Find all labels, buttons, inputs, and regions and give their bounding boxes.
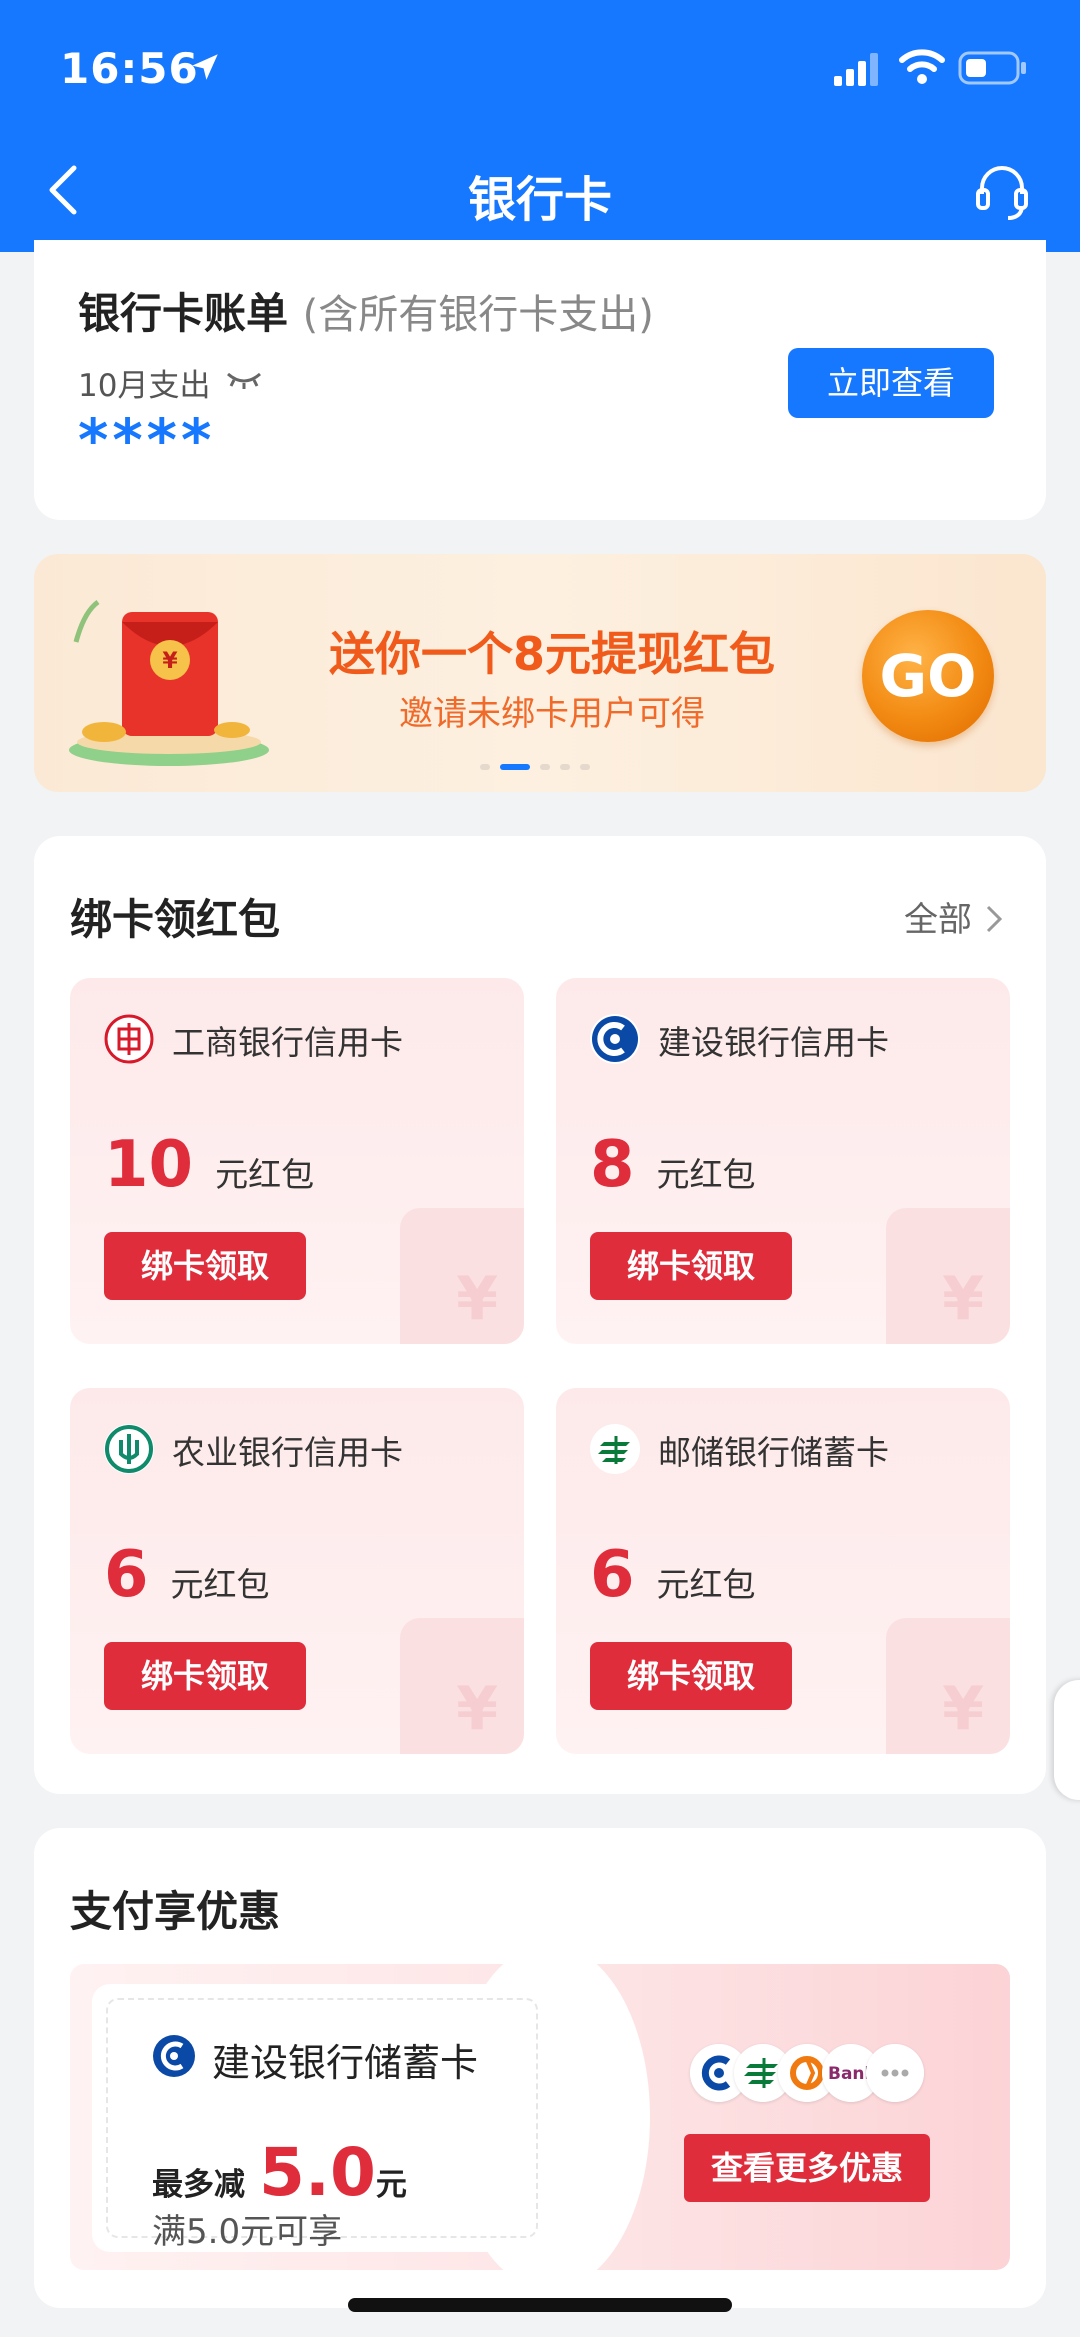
reward-amount: 6 元红包	[104, 1538, 270, 1612]
reward-amount-number: 6	[590, 1538, 635, 1612]
discount-coupon[interactable]: 建设银行储蓄卡 最多减 5.0元 满5.0元可享	[92, 1984, 552, 2252]
view-all-label: 全部	[904, 900, 972, 940]
section-title: 支付享优惠	[70, 1887, 281, 1936]
bill-title: 银行卡账单 (含所有银行卡支出)	[78, 280, 654, 341]
coupon-max-label: 最多减	[152, 2167, 245, 2203]
bank-reward-tile[interactable]: ¥ 邮储银行储蓄卡 6 元红包 绑卡领取	[556, 1388, 1010, 1754]
coupon-amount: 5.0	[259, 2134, 376, 2211]
bind-card-rewards-section: 绑卡领红包 全部 ¥ 工商银行信用卡 10 元红包 绑卡领取 ¥ 建设银行信用卡 …	[34, 836, 1046, 1794]
coupon-max-discount: 最多减 5.0元	[152, 2134, 407, 2211]
bank-name: 工商银行信用卡	[172, 1023, 403, 1062]
reward-unit: 元红包	[215, 1155, 315, 1194]
chevron-right-icon	[986, 905, 1003, 933]
psbc-logo-icon	[590, 1424, 640, 1474]
carousel-dot-active	[500, 763, 530, 770]
view-more-discounts-button[interactable]: 查看更多优惠	[684, 2134, 930, 2202]
reward-amount-number: 10	[104, 1128, 194, 1202]
bank-name: 建设银行信用卡	[658, 1023, 889, 1062]
ccb-logo-icon	[153, 2035, 195, 2077]
discount-banner[interactable]: 建设银行储蓄卡 最多减 5.0元 满5.0元可享 Bank 查看更多优惠	[70, 1964, 1010, 2270]
bank-name: 农业银行信用卡	[172, 1433, 403, 1472]
bank-reward-tile[interactable]: ¥ 建设银行信用卡 8 元红包 绑卡领取	[556, 978, 1010, 1344]
carousel-dot	[480, 763, 490, 770]
reward-amount-number: 6	[104, 1538, 149, 1612]
reward-unit: 元红包	[656, 1565, 756, 1604]
banner-go-button[interactable]: GO	[862, 610, 994, 742]
reward-amount: 6 元红包	[590, 1538, 756, 1612]
battery-icon	[958, 51, 1026, 85]
bill-title-text: 银行卡账单	[78, 289, 289, 338]
view-bill-button[interactable]: 立即查看	[788, 348, 994, 418]
bind-card-button[interactable]: 绑卡领取	[104, 1642, 306, 1710]
carousel-dot	[580, 763, 590, 770]
ccb-logo-icon	[590, 1014, 640, 1064]
customer-service-headset-icon[interactable]	[970, 160, 1034, 224]
banner-title: 送你一个8元提现红包	[328, 627, 775, 681]
reward-amount: 8 元红包	[590, 1128, 756, 1202]
bind-card-button[interactable]: 绑卡领取	[104, 1232, 306, 1300]
bank-card-bill-panel: 银行卡账单 (含所有银行卡支出) 10月支出 **** 立即查看	[34, 240, 1046, 520]
coupon-condition: 满5.0元可享	[152, 2212, 343, 2252]
yuan-symbol-decoration: ¥	[942, 1674, 984, 1744]
more-dots-icon	[866, 2044, 924, 2102]
yuan-symbol-decoration: ¥	[456, 1674, 498, 1744]
bank-reward-tile[interactable]: ¥ 工商银行信用卡 10 元红包 绑卡领取	[70, 978, 524, 1344]
signal-icon	[834, 53, 878, 86]
bank-reward-tile[interactable]: ¥ 农业银行信用卡 6 元红包 绑卡领取	[70, 1388, 524, 1754]
carousel-dots	[480, 756, 600, 770]
eye-closed-icon[interactable]	[224, 368, 264, 392]
section-title: 绑卡领红包	[70, 895, 281, 944]
red-packet-illustration-icon: ¥	[69, 599, 269, 766]
svg-text:¥: ¥	[162, 649, 178, 674]
yuan-symbol-decoration: ¥	[942, 1264, 984, 1334]
bill-month-label: 10月支出	[78, 368, 211, 404]
status-time: 16:56	[60, 44, 199, 93]
yuan-symbol-decoration: ¥	[456, 1264, 498, 1334]
reward-unit: 元红包	[656, 1155, 756, 1194]
icbc-logo-icon	[104, 1014, 154, 1064]
reward-amount-number: 8	[590, 1128, 635, 1202]
coupon-yuan: 元	[375, 2167, 407, 2203]
bind-card-button[interactable]: 绑卡领取	[590, 1232, 792, 1300]
reward-amount: 10 元红包	[104, 1128, 314, 1202]
coupon-bank-name: 建设银行储蓄卡	[212, 2041, 479, 2085]
promo-banner[interactable]: ¥ 送你一个8元提现红包 邀请未绑卡用户可得 GO	[34, 554, 1046, 792]
location-arrow-icon	[192, 54, 218, 80]
view-all-link[interactable]: 全部	[904, 892, 1004, 941]
reward-unit: 元红包	[170, 1565, 270, 1604]
carousel-dot	[560, 763, 570, 770]
floating-side-handle[interactable]	[1054, 1680, 1080, 1800]
banner-subtitle: 邀请未绑卡用户可得	[399, 694, 705, 734]
payment-discount-section: 支付享优惠 建设银行储蓄卡 最多减 5.0元 满5.0元可享 Bank 查看更多优…	[34, 1828, 1046, 2308]
page-title: 银行卡	[467, 172, 612, 228]
home-indicator[interactable]	[348, 2298, 732, 2312]
bill-masked-amount: ****	[78, 406, 216, 474]
carousel-dot	[540, 763, 550, 770]
top-bar: 16:56 银行卡	[0, 0, 1080, 252]
wifi-icon	[899, 49, 945, 84]
bank-name: 邮储银行储蓄卡	[658, 1433, 889, 1472]
bind-card-button[interactable]: 绑卡领取	[590, 1642, 792, 1710]
bill-subtitle: (含所有银行卡支出)	[302, 292, 654, 338]
abc-logo-icon	[104, 1424, 154, 1474]
